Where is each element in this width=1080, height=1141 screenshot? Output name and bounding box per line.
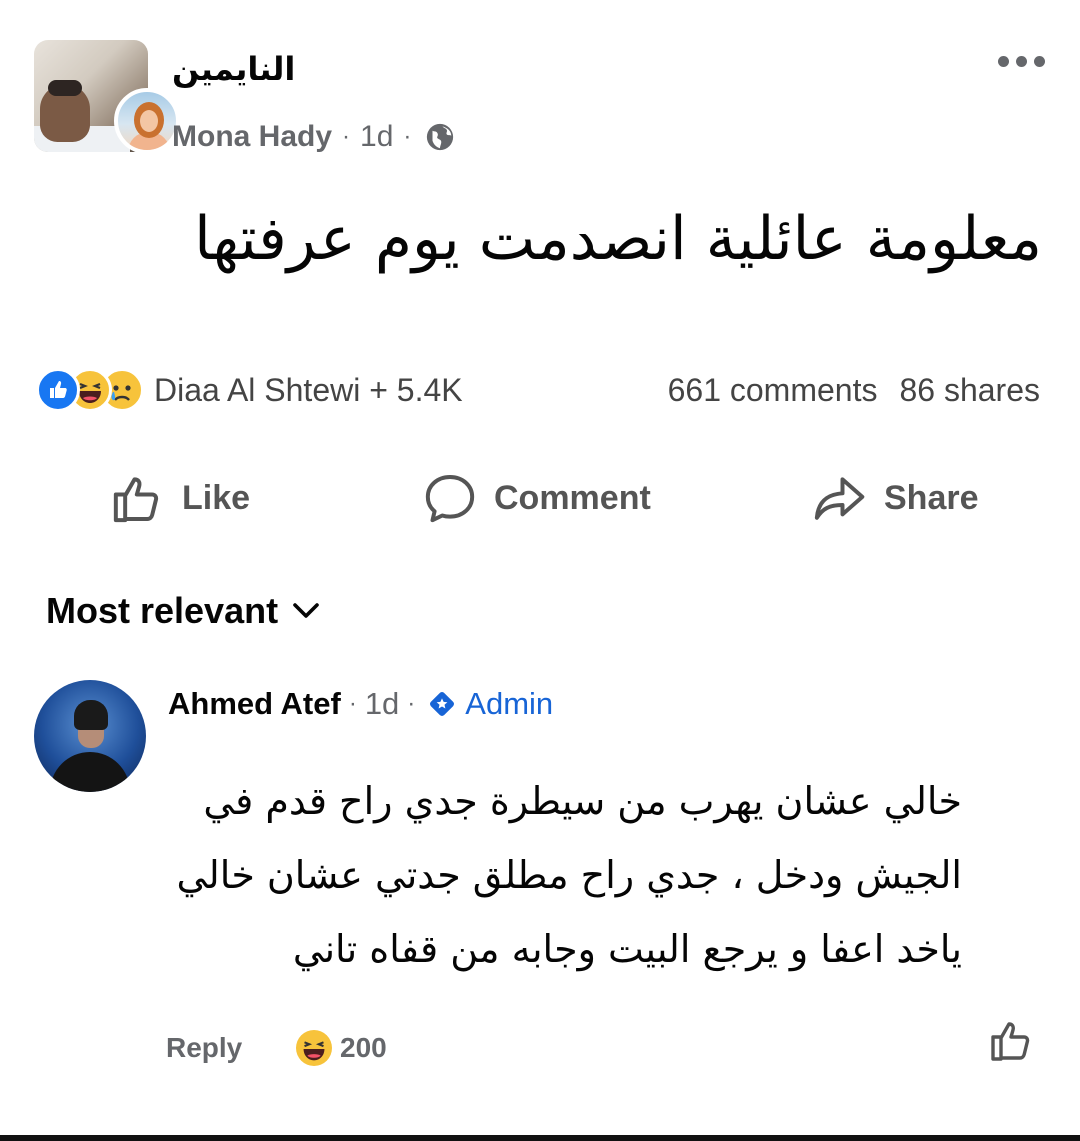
globe-icon — [427, 123, 454, 151]
admin-badge: Admin — [465, 686, 554, 721]
post-meta: Mona Hady · 1d · — [172, 120, 455, 154]
comment-header: Ahmed Atef · 1d · Admin — [168, 686, 553, 722]
comment-text: خالي عشان يهرب من سيطرة جدي راح قدم في ا… — [162, 764, 963, 986]
group-name[interactable]: النايمين — [172, 50, 295, 88]
share-button[interactable]: Share — [810, 470, 979, 526]
post-avatars[interactable] — [34, 40, 180, 156]
like-button[interactable]: Like — [110, 470, 250, 526]
reactors-text[interactable]: Diaa Al Shtewi + 5.4K — [154, 372, 463, 409]
reactions-summary[interactable]: Diaa Al Shtewi + 5.4K — [36, 368, 463, 412]
separator: · — [348, 690, 357, 717]
comment-reaction-count[interactable]: 200 — [340, 1032, 387, 1064]
author-avatar[interactable] — [114, 88, 180, 154]
separator: · — [403, 123, 412, 150]
sort-label: Most relevant — [46, 590, 279, 631]
bottom-divider — [0, 1135, 1080, 1141]
comment-time[interactable]: 1d — [365, 686, 399, 722]
comments-count[interactable]: 661 comments — [668, 372, 878, 409]
comment-label: Comment — [494, 478, 651, 517]
comment-line: ياخد اعفا و يرجع البيت وجابه من قفاه تان… — [292, 927, 962, 971]
admin-badge-icon — [430, 692, 455, 716]
haha-reaction-icon[interactable] — [296, 1030, 332, 1066]
comment-like-icon[interactable] — [988, 1016, 1036, 1064]
chevron-down-icon — [293, 603, 319, 618]
comment-icon — [425, 475, 475, 523]
like-label: Like — [182, 478, 251, 517]
shares-count[interactable]: 86 shares — [899, 372, 1040, 409]
commenter-avatar[interactable] — [34, 680, 146, 792]
comment-line: الجيش ودخل ، جدي راح مطلق جدتي عشان خالي — [176, 853, 963, 897]
comment-button[interactable]: Comment — [422, 470, 651, 526]
share-icon — [814, 477, 865, 520]
separator: · — [407, 690, 416, 717]
post-text: معلومة عائلية انصدمت يوم عرفتها — [194, 204, 1042, 274]
separator: · — [342, 123, 351, 150]
post-time[interactable]: 1d — [360, 120, 393, 154]
like-reaction-icon — [36, 368, 80, 412]
post-author[interactable]: Mona Hady — [172, 120, 332, 154]
comment-sort-dropdown[interactable]: Most relevant — [46, 590, 320, 632]
thumbs-up-icon — [113, 477, 159, 523]
reply-button[interactable]: Reply — [166, 1032, 296, 1064]
comment-line: خالي عشان يهرب من سيطرة جدي راح قدم في — [203, 779, 962, 823]
comment-footer: Reply 200 — [166, 1030, 387, 1066]
action-bar: Like Comment Share — [0, 470, 1080, 530]
post-counts: 661 comments 86 shares — [668, 372, 1040, 409]
share-label: Share — [884, 478, 979, 517]
more-options-icon[interactable] — [998, 56, 1045, 67]
commenter-name[interactable]: Ahmed Atef — [168, 686, 341, 722]
